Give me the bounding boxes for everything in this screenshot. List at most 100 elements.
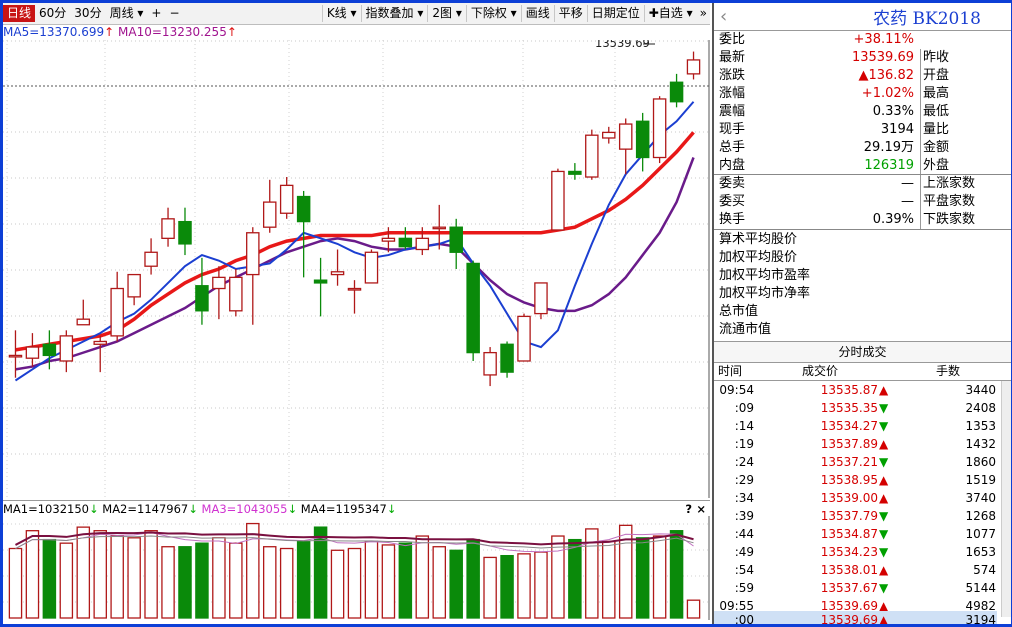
candlestick-chart[interactable]: 13539.69: [3, 40, 710, 498]
candle-body-36: [618, 123, 633, 150]
tick-direction-icon: ▼: [879, 401, 889, 415]
quote-row: 涨幅 +1.02% 最高: [714, 85, 1011, 103]
tick-direction-icon: ▼: [879, 455, 889, 469]
tick-volume: 574: [973, 563, 996, 577]
tick-time: 09:54: [719, 383, 754, 397]
toolbar-item-10[interactable]: 画线: [520, 5, 554, 22]
tick-direction-icon: ▲: [879, 473, 889, 487]
tick-row[interactable]: :54 13538.01 ▲ 574: [714, 561, 997, 579]
volume-chart[interactable]: [3, 516, 710, 620]
tick-row[interactable]: :24 13537.21 ▼ 1860: [714, 453, 997, 471]
tick-direction-icon: ▼: [879, 545, 889, 559]
tick-volume: 1077: [965, 527, 996, 541]
candle-body-22: [381, 237, 396, 242]
volume-bar-1: [25, 530, 40, 619]
tick-time: :24: [734, 455, 754, 469]
tick-row[interactable]: :19 13537.89 ▲ 1432: [714, 435, 997, 453]
tick-row[interactable]: :39 13537.79 ▼ 1268: [714, 507, 997, 525]
tick-volume: 1268: [965, 509, 996, 523]
tick-price: 13538.95: [820, 473, 878, 487]
ticks-scrollbar[interactable]: [1001, 381, 1011, 617]
toolbar-item-5[interactable]: −: [165, 5, 183, 22]
quote-right-label: 平盘家数: [920, 193, 975, 211]
tick-direction-icon: ▼: [879, 581, 889, 595]
tick-volume: 2408: [965, 401, 996, 415]
candle-body-29: [500, 343, 514, 373]
candle-body-34: [585, 134, 599, 178]
volume-bar-24: [415, 535, 430, 619]
average-label: 加权平均股价: [719, 250, 798, 265]
tick-row[interactable]: :29 13538.95 ▲ 1519: [714, 471, 997, 489]
toolbar-item-12[interactable]: 日期定位: [586, 5, 644, 22]
toolbar-item-11[interactable]: 平移: [553, 5, 587, 22]
more-icon[interactable]: »: [697, 5, 710, 22]
toolbar-item-7[interactable]: 指数叠加 ▾: [360, 5, 428, 22]
help-icon[interactable]: ?: [685, 501, 692, 517]
close-icon[interactable]: ×: [696, 501, 706, 517]
stock-name: 农药 BK2018: [873, 9, 981, 29]
candle-body-14: [246, 232, 260, 276]
candle-body-25: [432, 226, 447, 230]
tick-row-selected[interactable]: :00 13539.69 ▲ 3194: [714, 611, 997, 624]
toolbar-item-8[interactable]: 2图 ▾: [427, 5, 465, 22]
candle-body-28: [483, 351, 497, 376]
candle-body-35: [602, 131, 616, 139]
tick-volume: 1519: [965, 473, 996, 487]
quote-panel: ‹ 农药 BK2018 委比 +38.11% 最新 13539.69 昨收 涨跌…: [712, 3, 1011, 624]
quote-right-label: 最高: [920, 85, 949, 103]
quote-label: 总手: [719, 140, 746, 155]
toolbar-item-4[interactable]: +: [147, 5, 165, 22]
tick-row[interactable]: 09:54 13535.87 ▲ 3440: [714, 381, 997, 399]
volume-bar-5: [93, 530, 107, 619]
candle-body-17: [296, 195, 311, 223]
quote-label: 委卖: [719, 176, 746, 191]
tick-price: 13534.27: [820, 419, 878, 433]
tick-row[interactable]: :09 13535.35 ▼ 2408: [714, 399, 997, 417]
tick-price: 13534.23: [820, 545, 878, 559]
quote-right-label: 昨收: [920, 49, 949, 67]
volume-bar-6: [110, 535, 124, 619]
candle-body-21: [364, 251, 379, 284]
candle-body-11: [195, 285, 209, 312]
toolbar-item-3[interactable]: 周线 ▾: [106, 5, 148, 22]
back-icon[interactable]: ‹: [714, 6, 733, 27]
candle-body-30: [517, 315, 531, 362]
toolbar-item-2[interactable]: 30分: [70, 5, 105, 22]
tick-volume: 1432: [965, 437, 996, 451]
candle-body-23: [398, 237, 413, 248]
quote-row: 现手 3194 量比: [714, 121, 1011, 139]
divider: [714, 174, 1011, 175]
vol-ma3-value: MA3=1043055: [201, 502, 288, 516]
tick-row[interactable]: :59 13537.67 ▼ 5144: [714, 579, 997, 597]
toolbar-item-9[interactable]: 下除权 ▾: [465, 5, 521, 22]
tick-direction-icon: ▲: [879, 613, 889, 624]
tick-row[interactable]: :34 13539.00 ▲ 3740: [714, 489, 997, 507]
vol-ma2-value: MA2=1147967: [102, 502, 189, 516]
volume-bar-38: [652, 535, 667, 619]
candle-body-37: [635, 120, 650, 159]
quote-value: 29.19万: [863, 140, 914, 155]
tick-row[interactable]: :44 13534.87 ▼ 1077: [714, 525, 997, 543]
tick-row[interactable]: :14 13534.27 ▼ 1353: [714, 417, 997, 435]
toolbar-item-0[interactable]: 日线: [3, 5, 36, 22]
tick-price: 13539.00: [820, 491, 878, 505]
tick-direction-icon: ▼: [879, 509, 889, 523]
volume-bar-33: [568, 538, 582, 619]
toolbar-item-6[interactable]: K线 ▾: [321, 5, 361, 22]
tick-row[interactable]: :49 13534.23 ▼ 1653: [714, 543, 997, 561]
tick-direction-icon: ▲: [879, 563, 889, 577]
chart-toolbar: 日线 60分 30分 周线 ▾ + − K线 ▾ 指数叠加 ▾ 2图 ▾ 下除权 ▾ 画线 平移 日期定…: [3, 3, 710, 25]
candle-body-26: [449, 226, 463, 253]
average-label: 算术平均股价: [719, 232, 798, 247]
ma-legend: MA5=13370.699↑ MA10=13230.255↑: [3, 24, 237, 40]
average-label: 总市值: [719, 304, 759, 319]
volume-bar-21: [364, 540, 379, 619]
toolbar-item-13[interactable]: ✚自选 ▾: [643, 5, 697, 22]
quote-label: 委比: [719, 32, 746, 47]
tick-price: 13537.21: [820, 455, 878, 469]
tick-time: :09: [734, 401, 754, 415]
toolbar-item-1[interactable]: 60分: [35, 5, 70, 22]
candle-body-10: [178, 220, 192, 245]
candle-body-38: [652, 98, 667, 159]
tick-time: :14: [734, 419, 754, 433]
